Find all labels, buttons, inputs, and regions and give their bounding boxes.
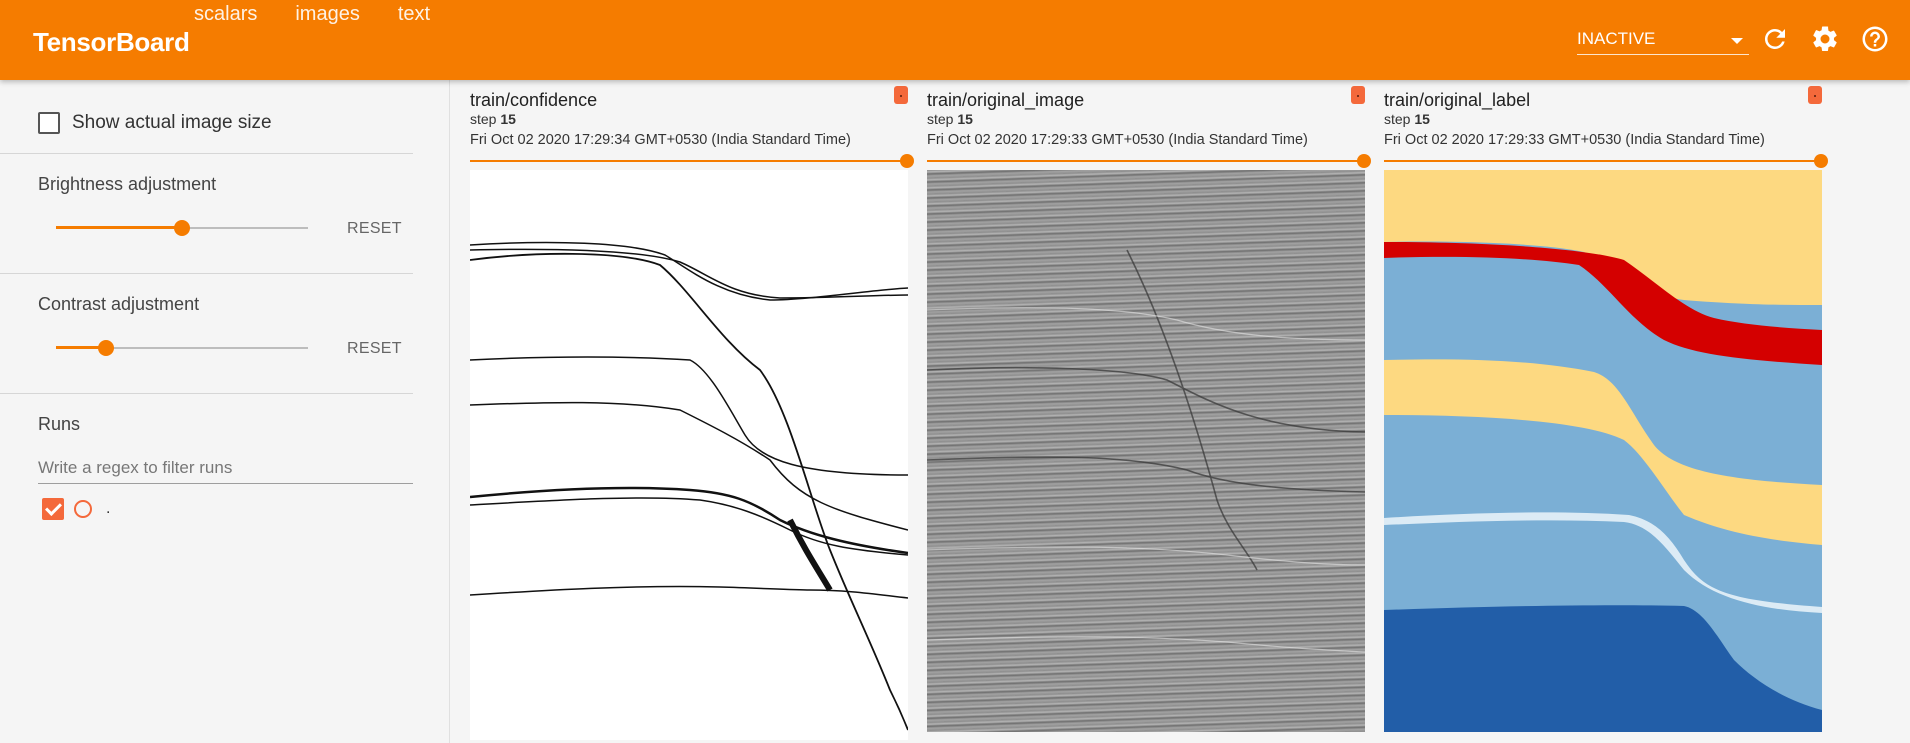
pin-icon[interactable] (894, 86, 908, 104)
step-slider-thumb[interactable] (1357, 154, 1371, 168)
plugin-selector-value: INACTIVE (1577, 29, 1656, 48)
tab-images[interactable]: images (285, 3, 369, 26)
sidebar: Show actual image size Brightness adjust… (0, 80, 450, 743)
tab-text[interactable]: text (388, 3, 440, 26)
plugin-selector[interactable]: INACTIVE (1577, 26, 1749, 55)
runs-filter-input[interactable]: Write a regex to filter runs (38, 454, 413, 484)
step-label: step (470, 111, 497, 127)
card-title: train/confidence (470, 90, 598, 110)
step-slider-thumb[interactable] (900, 154, 914, 168)
card-title: train/original_label (1384, 90, 1531, 110)
tab-scalars[interactable]: scalars (184, 3, 267, 26)
card-step: step 15 (927, 111, 973, 127)
image-card-confidence: train/confidence step 15 Fri Oct 02 2020… (470, 80, 914, 743)
slider-thumb[interactable] (174, 220, 190, 236)
contrast-slider[interactable] (56, 338, 308, 358)
contrast-title: Contrast adjustment (38, 294, 200, 314)
settings-icon[interactable] (1810, 24, 1840, 54)
step-slider-track[interactable] (1384, 160, 1821, 162)
checkbox-box[interactable] (38, 112, 60, 134)
card-timestamp: Fri Oct 02 2020 17:29:34 GMT+0530 (India… (470, 132, 851, 148)
step-value: 15 (500, 111, 516, 127)
show-actual-size-label: Show actual image size (72, 112, 272, 133)
brightness-title: Brightness adjustment (38, 174, 217, 194)
show-actual-size-checkbox[interactable]: Show actual image size (38, 112, 272, 134)
run-radio[interactable] (74, 500, 92, 518)
image-card-original-label: train/original_label step 15 Fri Oct 02 … (1384, 80, 1828, 743)
chevron-down-icon (1731, 38, 1743, 44)
pin-icon[interactable] (1808, 86, 1822, 104)
image-size-section: Show actual image size (0, 80, 413, 154)
step-slider-track[interactable] (927, 160, 1364, 162)
label-image (1384, 170, 1822, 732)
top-app-bar: TensorBoard scalars images text INACTIVE (0, 0, 1910, 80)
step-slider-thumb[interactable] (1814, 154, 1828, 168)
pin-icon[interactable] (1351, 86, 1365, 104)
run-item[interactable]: . (42, 498, 110, 520)
help-icon[interactable] (1860, 24, 1890, 54)
card-timestamp: Fri Oct 02 2020 17:29:33 GMT+0530 (India… (1384, 132, 1765, 148)
refresh-icon[interactable] (1760, 24, 1790, 54)
nav-tabs: scalars images text (184, 3, 458, 26)
runs-title: Runs (38, 414, 81, 434)
slider-thumb[interactable] (98, 340, 114, 356)
card-timestamp: Fri Oct 02 2020 17:29:33 GMT+0530 (India… (927, 132, 1308, 148)
app-title: TensorBoard (33, 27, 190, 57)
original-seismic-image (927, 170, 1365, 732)
brightness-slider[interactable] (56, 218, 308, 238)
slider-fill (56, 226, 182, 229)
card-title: train/original_image (927, 90, 1085, 110)
run-checkbox[interactable] (42, 498, 64, 520)
contrast-reset-button[interactable]: RESET (347, 340, 402, 358)
step-slider-track[interactable] (470, 160, 907, 162)
run-name: . (106, 500, 111, 517)
brightness-reset-button[interactable]: RESET (347, 220, 402, 238)
confidence-image (470, 170, 908, 740)
step-label: step (927, 111, 954, 127)
step-label: step (1384, 111, 1411, 127)
step-value: 15 (1414, 111, 1430, 127)
card-step: step 15 (470, 111, 516, 127)
card-step: step 15 (1384, 111, 1430, 127)
step-value: 15 (957, 111, 973, 127)
contrast-section: Contrast adjustment RESET (0, 274, 413, 394)
brightness-section: Brightness adjustment RESET (0, 154, 413, 274)
image-card-original-image: train/original_image step 15 Fri Oct 02 … (927, 80, 1371, 743)
